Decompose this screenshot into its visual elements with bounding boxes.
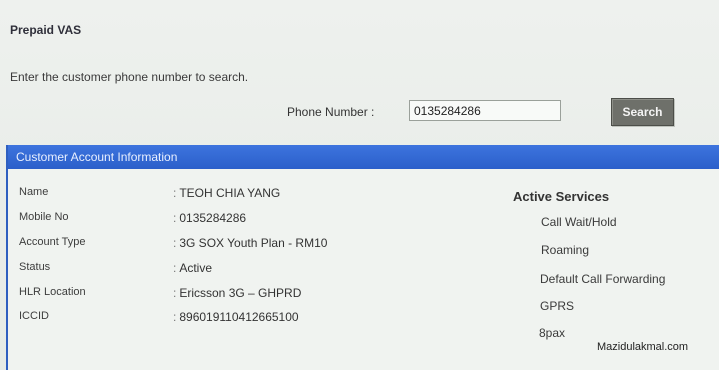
phone-number-label: Phone Number : [287,105,375,119]
field-value-name: : TEOH CHIA YANG [173,186,281,200]
hlr-location-value: Ericsson 3G – GHPRD [179,286,302,300]
service-item: GPRS [540,299,575,313]
field-label-account-type: Account Type [19,236,86,248]
customer-account-panel: Customer Account Information Name : TEOH … [6,145,719,370]
search-button[interactable]: Search [611,98,674,126]
field-label-hlr-location: HLR Location [19,286,86,298]
active-services-title: Active Services [513,189,610,204]
page: Prepaid VAS Enter the customer phone num… [0,0,719,370]
name-value: TEOH CHIA YANG [179,186,281,200]
watermark: Mazidulakmal.com [597,341,689,353]
service-item: Roaming [541,243,590,257]
panel-header: Customer Account Information [8,145,719,169]
field-label-status: Status [19,261,51,273]
field-value-iccid: :896019110412665100 [173,310,299,324]
phone-number-input[interactable] [409,100,561,121]
field-label-iccid: ICCID [19,310,49,322]
field-value-status: : Active [173,261,213,275]
mobile-value: 0135284286 [179,211,247,225]
field-label-name: Name [19,186,49,198]
account-type-value: 3G SOX Youth Plan - RM10 [179,236,328,250]
field-value-account-type: :3G SOX Youth Plan - RM10 [173,236,328,250]
status-value: Active [179,261,213,275]
page-title: Prepaid VAS [10,23,82,37]
field-value-hlr-location: : Ericsson 3G – GHPRD [173,286,302,300]
service-item: Default Call Forwarding [540,272,666,286]
field-label-mobile: Mobile No [19,211,69,223]
iccid-value: 896019110412665100 [179,310,299,324]
service-item: 8pax [539,326,566,340]
service-item: Call Wait/Hold [541,215,617,229]
field-value-mobile: :0135284286 [173,211,247,225]
search-instruction: Enter the customer phone number to searc… [10,70,249,84]
